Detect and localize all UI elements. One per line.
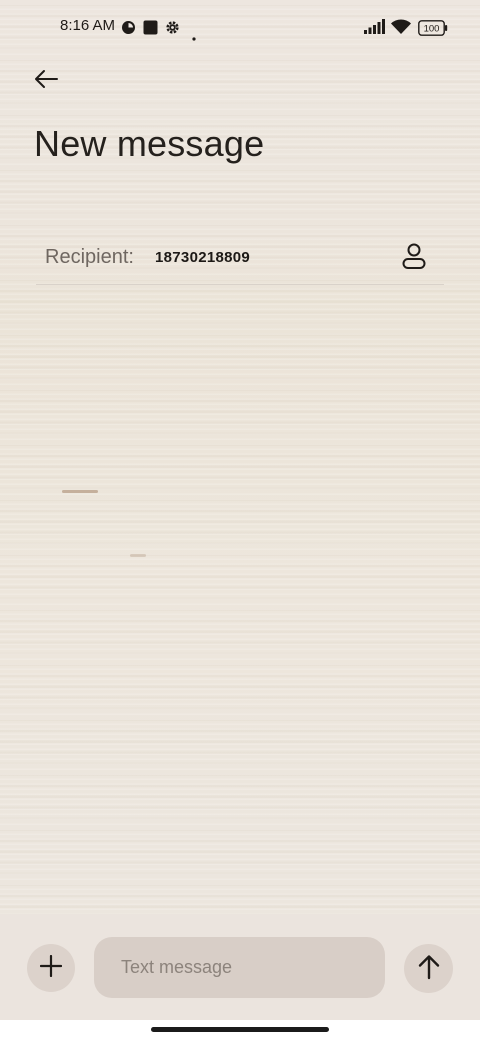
battery-level: 100 (424, 24, 440, 35)
data-saver-icon (121, 20, 136, 39)
status-bar: 8:16 AM 100 (0, 0, 480, 56)
paper-streak (62, 490, 98, 493)
person-icon (401, 242, 427, 274)
arrow-left-icon (33, 69, 59, 93)
page-title: New message (34, 123, 265, 164)
message-input[interactable] (94, 937, 385, 998)
status-time: 8:16 AM (60, 17, 116, 34)
battery-icon: 100 (418, 20, 448, 40)
send-button[interactable] (404, 944, 453, 993)
recipient-field[interactable]: Recipient: 18730218809 (36, 236, 444, 285)
back-button[interactable] (26, 62, 66, 100)
add-attachment-button[interactable] (27, 944, 75, 992)
recipient-label: Recipient: (45, 246, 134, 268)
square-app-icon (143, 20, 158, 39)
paper-streak (130, 554, 146, 557)
home-indicator[interactable] (151, 1027, 329, 1032)
recipient-value[interactable]: 18730218809 (155, 249, 250, 266)
contact-picker-button[interactable] (396, 240, 432, 276)
arrow-up-icon (418, 954, 440, 984)
plus-icon (39, 954, 63, 981)
notification-dot-icon (192, 26, 196, 45)
signal-icon (364, 19, 386, 39)
settings-gear-icon (165, 20, 180, 39)
wifi-icon (390, 18, 412, 39)
